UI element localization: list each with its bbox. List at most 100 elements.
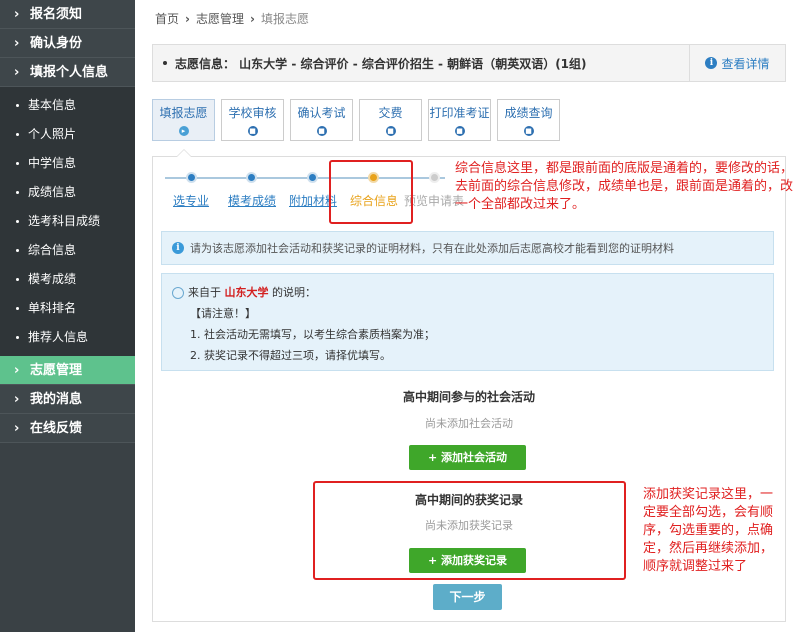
social-activities-empty: 尚未添加社会活动 [425,417,513,430]
tab-label: 填报志愿 [159,106,208,120]
play-icon: ▸ [178,126,189,136]
tab-payment[interactable]: 交费 ■ [359,99,422,141]
sidebar-subitem-label: 单科排名 [28,301,77,315]
sidebar-subitem-basic-info[interactable]: 基本信息 [0,91,135,120]
substep-choose-major[interactable]: 选专业 [173,192,209,209]
lock-icon: ■ [454,126,465,136]
tab-label: 成绩查询 [504,106,553,120]
sidebar-item-label: 我的消息 [30,391,83,407]
chevron-right-icon: › [14,35,20,51]
sidebar-subitem-mock-grades[interactable]: 模考成绩 [0,265,135,294]
view-details-label: 查看详情 [721,56,770,71]
info-icon: i [172,242,184,254]
sidebar-item-feedback[interactable]: › 在线反馈 [0,414,135,443]
sidebar-subitem-label: 基本信息 [28,98,77,112]
bullet-icon [16,191,19,194]
lock-icon: ■ [316,126,327,136]
annotation-text-top: 综合信息这里，都是跟前面的底版是通着的，要修改的话，去前面的综合信息修改，成绩单… [455,161,794,212]
sidebar-item-personal-info[interactable]: › 填报个人信息 [0,58,135,87]
sidebar-item-messages[interactable]: › 我的消息 [0,385,135,414]
sidebar-subitem-rank[interactable]: 单科排名 [0,294,135,323]
substep-dot [186,172,197,183]
lightbulb-icon [172,287,184,299]
lock-icon: ■ [247,126,258,136]
chevron-right-icon: › [249,11,255,26]
tab-print-admission[interactable]: 打印准考证 ■ [428,99,491,141]
breadcrumb: 首页 › 志愿管理 › 填报志愿 [155,10,309,27]
lock-icon: ■ [385,126,396,136]
sidebar-item-confirm-identity[interactable]: › 确认身份 [0,29,135,58]
school-explanation: 来自于 山东大学 的说明： 【请注意！】 1. 社会活动无需填写，以考生综合素质… [161,273,774,371]
social-activities-title: 高中期间参与的社会活动 [402,390,535,404]
bullet-icon [16,278,19,281]
volunteer-info-bar: 志愿信息： 山东大学 - 综合评价 - 综合评价招生 - 朝鲜语（朝英双语）(1… [152,44,786,82]
explanation-line: 2. 获奖记录不得超过三项，请择优填写。 [190,349,391,362]
tab-label: 交费 [378,106,403,120]
explanation-prefix: 来自于 [188,286,221,299]
sidebar-subitem-grades[interactable]: 成绩信息 [0,178,135,207]
info-icon: i [705,57,718,69]
sidebar-item-volunteer[interactable]: › 志愿管理 [0,356,135,385]
explanation-header: 来自于 山东大学 的说明： [172,282,763,303]
notice-text: 请为该志愿添加社会活动和获奖记录的证明材料，只有在此处添加后志愿高校才能看到您的… [190,242,674,255]
chevron-right-icon: › [14,6,20,22]
sidebar-subitem-photo[interactable]: 个人照片 [0,120,135,149]
sidebar-item-label: 填报个人信息 [30,64,109,80]
sidebar-item-label: 确认身份 [30,35,83,51]
bullet-icon [163,61,167,65]
explanation-line: 【请注意！】 [190,307,256,320]
sidebar-subitem-label: 综合信息 [28,243,77,257]
sidebar-subitem-referrer[interactable]: 推荐人信息 [0,323,135,352]
sidebar-item-label: 志愿管理 [30,362,83,378]
substep-dot [246,172,257,183]
tab-label: 学校审核 [228,106,277,120]
tab-confirm-exam[interactable]: 确认考试 ■ [290,99,353,141]
bullet-icon [16,133,19,136]
chevron-down-icon: › [14,64,20,80]
bullet-icon [16,220,19,223]
tab-school-review[interactable]: 学校审核 ■ [221,99,284,141]
tab-label: 打印准考证 [429,106,490,120]
sidebar-subitem-comprehensive[interactable]: 综合信息 [0,236,135,265]
sidebar-subitem-school-info[interactable]: 中学信息 [0,149,135,178]
substep-mock-grades[interactable]: 模考成绩 [228,192,276,209]
sidebar-item-notice[interactable]: › 报名须知 [0,0,135,29]
explanation-suffix: 的说明： [272,286,316,299]
tab-fill-volunteer[interactable]: 填报志愿 ▸ [152,99,215,141]
breadcrumb-current: 填报志愿 [260,12,309,26]
sidebar-subitem-label: 选考科目成绩 [28,214,101,228]
chevron-right-icon: › [14,420,20,436]
tab-score-query[interactable]: 成绩查询 ■ [497,99,560,141]
sidebar: › 报名须知 › 确认身份 › 填报个人信息 基本信息 个人照片 中学信息 成绩信息 … [0,0,135,632]
sidebar-subitem-label: 推荐人信息 [28,330,89,344]
view-details-button[interactable]: i 查看详情 [689,45,785,81]
sidebar-subitem-label: 模考成绩 [28,272,77,286]
sidebar-item-label: 在线反馈 [30,420,83,436]
chevron-right-icon: › [185,11,190,26]
chevron-right-icon: › [14,362,20,378]
annotation-box-awards [313,481,626,580]
school-name: 山东大学 [224,286,269,299]
bullet-icon [16,162,19,165]
chevron-right-icon: › [14,391,20,407]
panel-pointer-inner [177,150,191,157]
bullet-icon [16,104,19,107]
bullet-icon [16,249,19,252]
annotation-text-right: 添加获奖记录这里，一定要全部勾选，会有顺序，勾选重要的，点确定，然后再继续添加，… [643,487,774,574]
substep-dot [307,172,318,183]
explanation-line: 1. 社会活动无需填写，以考生综合素质档案为准； [190,328,435,341]
bullet-icon [16,336,19,339]
sidebar-subitem-label: 中学信息 [28,156,77,170]
process-tabs: 填报志愿 ▸ 学校审核 ■ 确认考试 ■ 交费 ■ 打印准考证 ■ 成绩查询 ■ [152,99,560,141]
next-step-button[interactable]: 下一步 [433,584,502,610]
add-social-activity-button[interactable]: + 添加社会活动 [409,445,526,470]
tab-label: 确认考试 [297,106,346,120]
sidebar-subitem-label: 成绩信息 [28,185,77,199]
notice-banner: i 请为该志愿添加社会活动和获奖记录的证明材料，只有在此处添加后志愿高校才能看到… [161,231,774,265]
sidebar-subitem-elective-grades[interactable]: 选考科目成绩 [0,207,135,236]
substep-dot [429,172,440,183]
sidebar-item-label: 报名须知 [30,6,83,22]
breadcrumb-home[interactable]: 首页 [155,10,179,27]
lock-icon: ■ [523,126,534,136]
breadcrumb-volunteer[interactable]: 志愿管理 [196,10,244,27]
